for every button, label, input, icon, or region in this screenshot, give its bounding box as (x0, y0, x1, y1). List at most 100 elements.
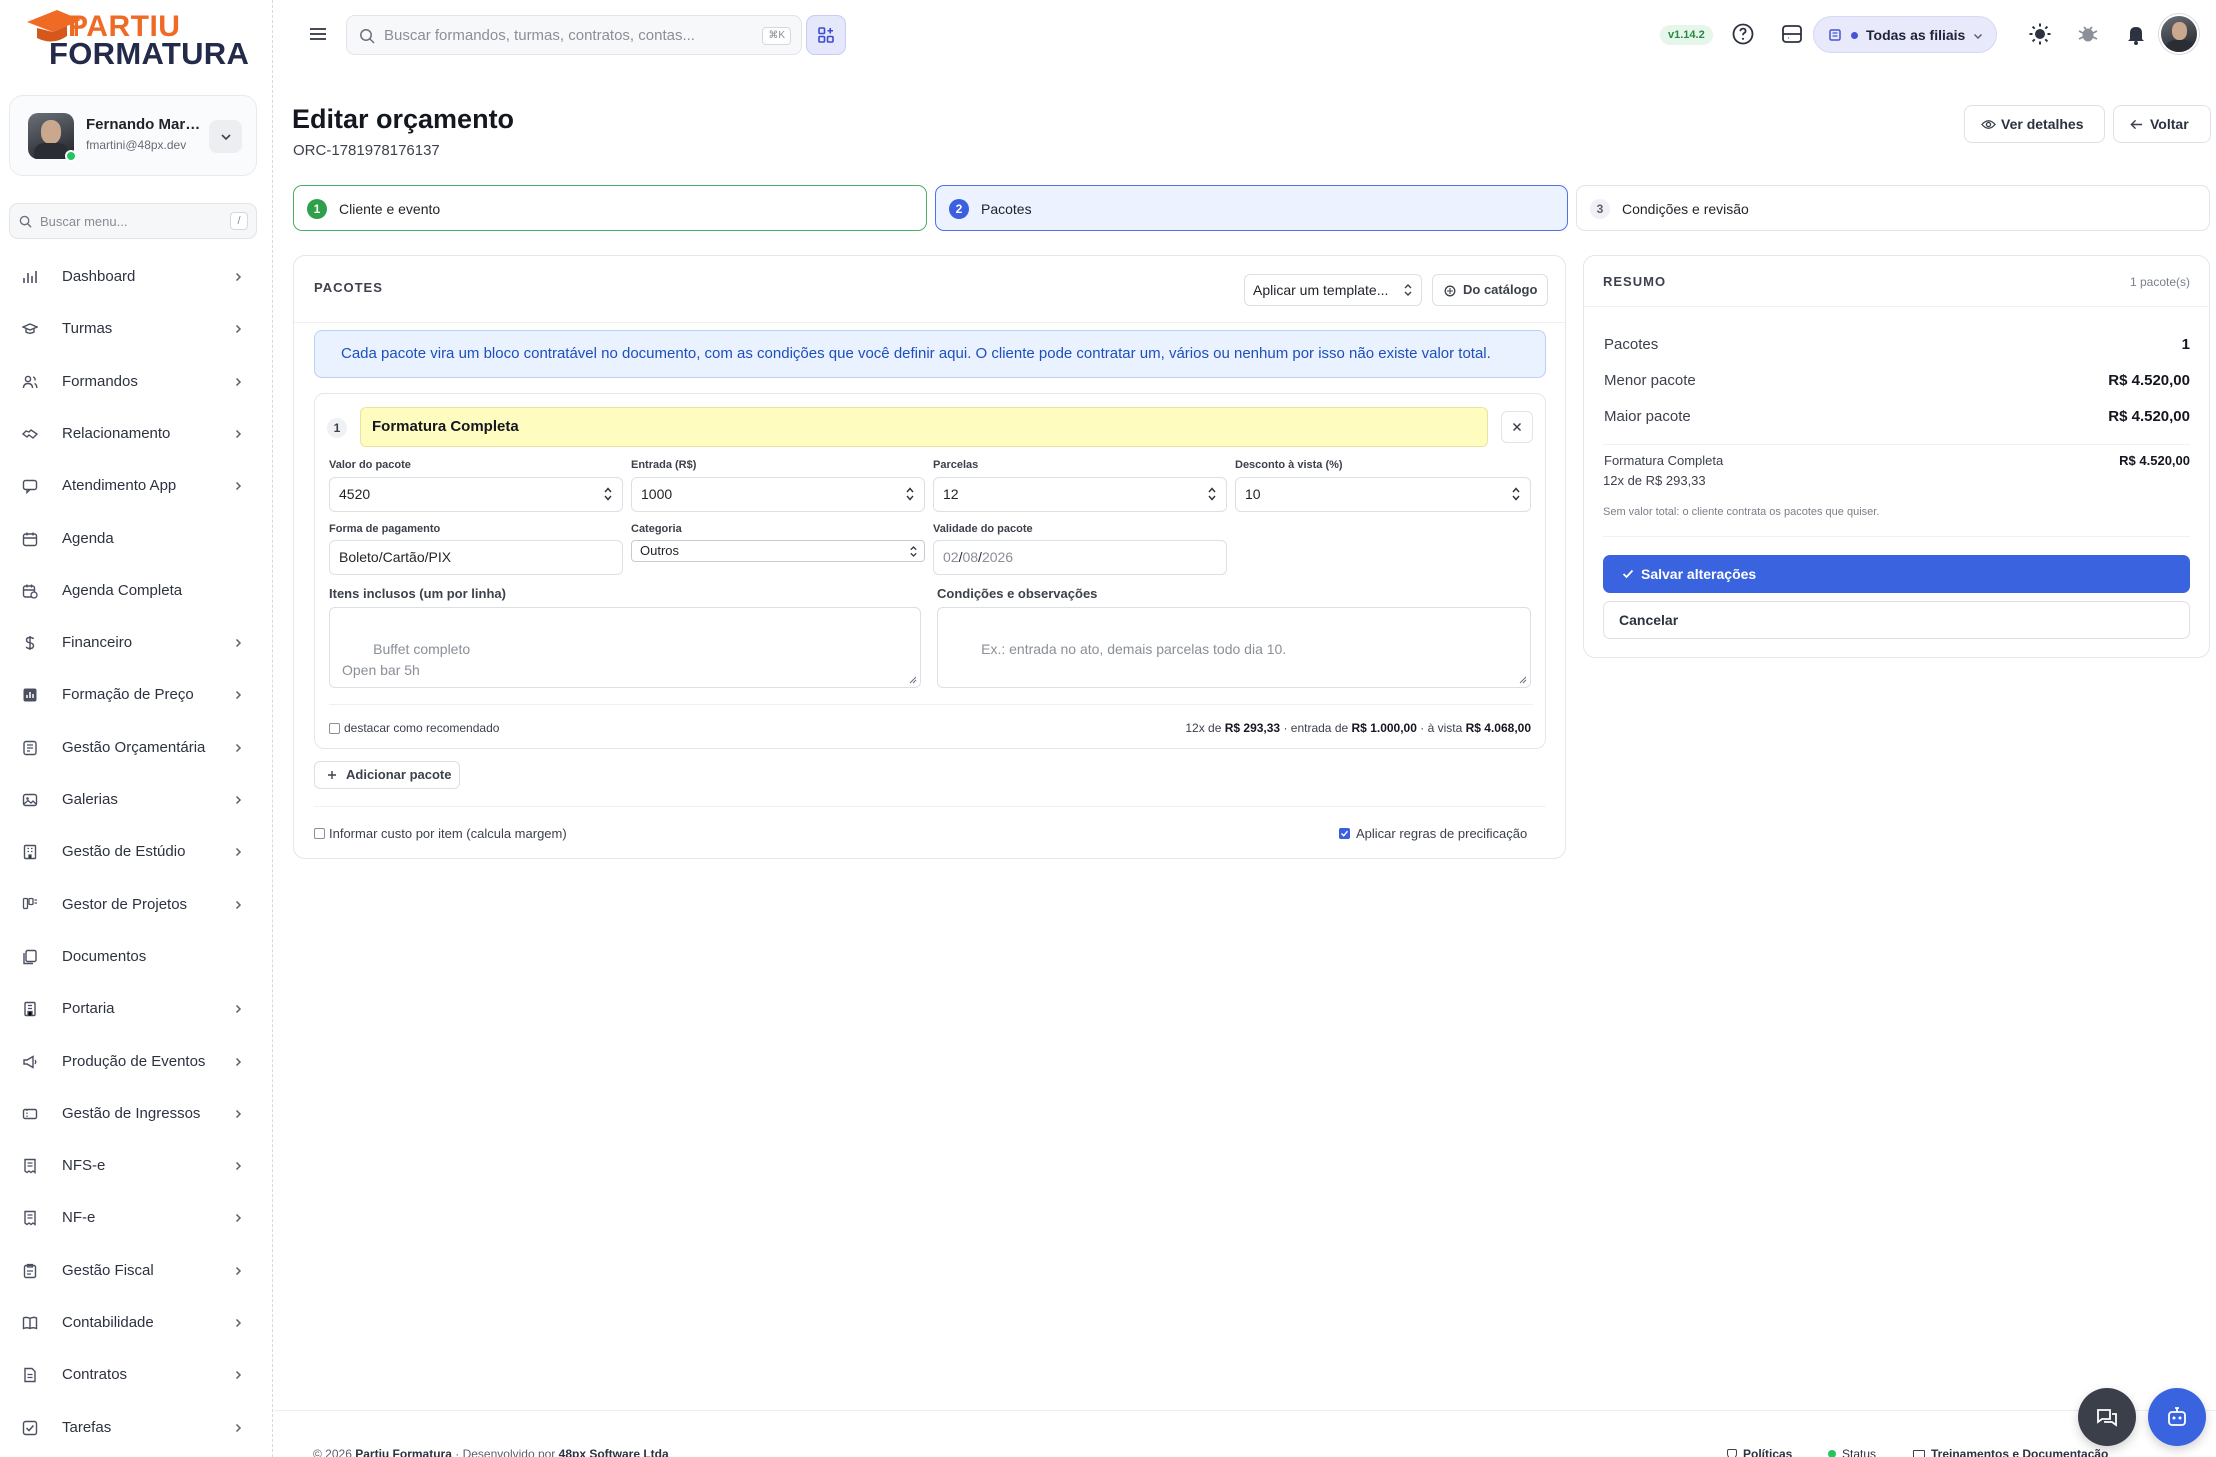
sidebar-item-agenda[interactable]: Agenda (10, 519, 260, 559)
sidebar-item-gestao-de-estudio[interactable]: Gestão de Estúdio (10, 832, 260, 872)
user-menu-toggle[interactable] (209, 120, 242, 153)
users-icon (22, 375, 38, 388)
global-search-input[interactable]: Buscar formandos, turmas, contratos, con… (346, 15, 802, 55)
sidebar-item-nfs-e[interactable]: NFS-e (10, 1146, 260, 1186)
stepper-icon[interactable] (603, 486, 613, 502)
cancel-button[interactable]: Cancelar (1603, 601, 2190, 639)
back-button[interactable]: Voltar (2113, 105, 2211, 143)
step-cliente-evento[interactable]: 1 Cliente e evento (293, 185, 927, 231)
desconto-value: 10 (1245, 486, 1261, 502)
assistant-fab[interactable] (2148, 1388, 2206, 1446)
sidebar-item-label: Financeiro (62, 634, 133, 652)
chevron-right-icon (235, 1057, 242, 1066)
sidebar-item-producao-de-eventos[interactable]: Produção de Eventos (10, 1042, 260, 1082)
sidebar-item-gestao-fiscal[interactable]: Gestão Fiscal (10, 1251, 260, 1291)
itens-textarea[interactable]: Buffet completo Open bar 5h (329, 607, 921, 688)
forma-input[interactable]: Boleto/Cartão/PIX (329, 540, 623, 575)
add-package-label: Adicionar pacote (346, 767, 452, 782)
apps-button[interactable] (806, 15, 846, 55)
sidebar-item-contratos[interactable]: Contratos (10, 1355, 260, 1395)
categoria-select[interactable]: Outros (631, 540, 925, 562)
sidebar-item-portaria[interactable]: Portaria (10, 989, 260, 1029)
footer-link-status[interactable]: Status (1828, 1447, 1876, 1457)
sidebar-item-gestao-de-ingressos[interactable]: Gestão de Ingressos (10, 1094, 260, 1134)
sidebar-item-gestor-de-projetos[interactable]: Gestor de Projetos (10, 885, 260, 925)
sidebar-item-dashboard[interactable]: Dashboard (10, 257, 260, 297)
view-details-button[interactable]: Ver detalhes (1964, 105, 2105, 143)
condicoes-textarea[interactable]: Ex.: entrada no ato, demais parcelas tod… (937, 607, 1531, 688)
help-icon[interactable] (1731, 22, 1755, 46)
valor-input[interactable]: 4520 (329, 477, 623, 512)
layout-panel-icon[interactable] (1780, 22, 1804, 46)
profile-avatar[interactable] (2159, 14, 2199, 54)
categoria-value: Outros (640, 543, 680, 558)
developer-link[interactable]: 48px Software Ltda (559, 1447, 669, 1457)
receipt-icon (24, 1158, 36, 1174)
status-dot-icon (1828, 1450, 1836, 1457)
user-card[interactable]: Fernando Martini fmartini@48px.dev (9, 95, 257, 176)
remove-package-button[interactable] (1501, 411, 1533, 443)
parcelas-input[interactable]: 12 (933, 477, 1227, 512)
stepper-icon[interactable] (1207, 486, 1217, 502)
sidebar-item-relacionamento[interactable]: Relacionamento (10, 414, 260, 454)
sidebar-item-financeiro[interactable]: Financeiro (10, 623, 260, 663)
validade-year[interactable]: 2026 (982, 549, 1013, 565)
brand-line-2: FORMATURA (49, 36, 250, 71)
step-condicoes-revisao[interactable]: 3 Condições e revisão (1576, 185, 2210, 231)
sidebar-item-tarefas[interactable]: Tarefas (10, 1408, 260, 1448)
sidebar-item-agenda-completa[interactable]: Agenda Completa (10, 571, 260, 611)
menu-search-input[interactable]: Buscar menu... / (9, 203, 257, 239)
template-select[interactable]: Aplicar um template... (1244, 274, 1422, 306)
chevron-right-icon (235, 900, 242, 909)
chevron-right-icon (235, 1371, 242, 1380)
brand-logo[interactable]: PARTIU FORMATURA (26, 6, 249, 69)
company-link[interactable]: Partiu Formatura (355, 1447, 452, 1457)
summary-package-installments: 12x de R$ 293,33 (1603, 473, 1706, 488)
catalog-button[interactable]: Do catálogo (1432, 274, 1548, 306)
sidebar-item-gestao-orcamentaria[interactable]: Gestão Orçamentária (10, 728, 260, 768)
entry-prefix: · entrada de (1283, 721, 1349, 735)
sun-icon[interactable] (2028, 22, 2052, 46)
stepper-icon[interactable] (905, 486, 915, 502)
sidebar-item-documentos[interactable]: Documentos (10, 937, 260, 977)
bell-icon[interactable] (2124, 22, 2148, 46)
validade-month[interactable]: 08 (962, 549, 978, 565)
chevron-right-icon (235, 848, 242, 857)
branch-selector[interactable]: Todas as filiais (1813, 16, 1997, 53)
handshake-icon (22, 428, 38, 439)
sidebar-item-galerias[interactable]: Galerias (10, 780, 260, 820)
sidebar-item-nf-e[interactable]: NF-e (10, 1198, 260, 1238)
chevron-right-icon (235, 795, 242, 805)
footer-link-politicas[interactable]: Políticas (1727, 1447, 1792, 1457)
arrow-left-icon (2130, 119, 2143, 130)
footer-link-treinamentos[interactable]: Treinamentos e Documentação (1913, 1447, 2108, 1457)
footer-link-label: Políticas (1743, 1447, 1793, 1457)
validade-day[interactable]: 02 (943, 549, 959, 565)
resize-grip-icon[interactable] (1519, 676, 1527, 684)
feedback-fab[interactable] (2078, 1388, 2136, 1446)
sidebar-item-atendimento-app[interactable]: Atendimento App (10, 466, 260, 506)
close-icon (1512, 422, 1522, 432)
shield-icon (1727, 1449, 1737, 1457)
bug-icon[interactable] (2076, 22, 2100, 46)
step-pacotes[interactable]: 2 Pacotes (935, 185, 1568, 231)
sidebar-item-turmas[interactable]: Turmas (10, 309, 260, 349)
add-package-button[interactable]: Adicionar pacote (314, 761, 460, 789)
validade-date-input[interactable]: 02/08/2026 (933, 540, 1227, 575)
stepper-icon[interactable] (1511, 486, 1521, 502)
calendar-clock-icon (22, 584, 38, 599)
sidebar-item-formacao-de-preco[interactable]: Formação de Preço (10, 675, 260, 715)
desconto-input[interactable]: 10 (1235, 477, 1531, 512)
sidebar-item-contabilidade[interactable]: Contabilidade (10, 1303, 260, 1343)
sidebar-item-formandos[interactable]: Formandos (10, 362, 260, 402)
package-block: 1 Formatura Completa Valor do pacote 452… (314, 393, 1546, 749)
save-changes-button[interactable]: Salvar alterações (1603, 555, 2190, 593)
entrada-input[interactable]: 1000 (631, 477, 925, 512)
resize-grip-icon[interactable] (909, 676, 917, 684)
search-shortcut: ⌘K (762, 27, 791, 45)
package-name-input[interactable]: Formatura Completa (360, 407, 1488, 447)
cost-per-item-checkbox[interactable] (314, 828, 325, 839)
pricing-rules-checkbox[interactable] (1339, 828, 1350, 839)
menu-icon[interactable] (308, 24, 328, 44)
recommended-checkbox[interactable] (329, 723, 340, 734)
